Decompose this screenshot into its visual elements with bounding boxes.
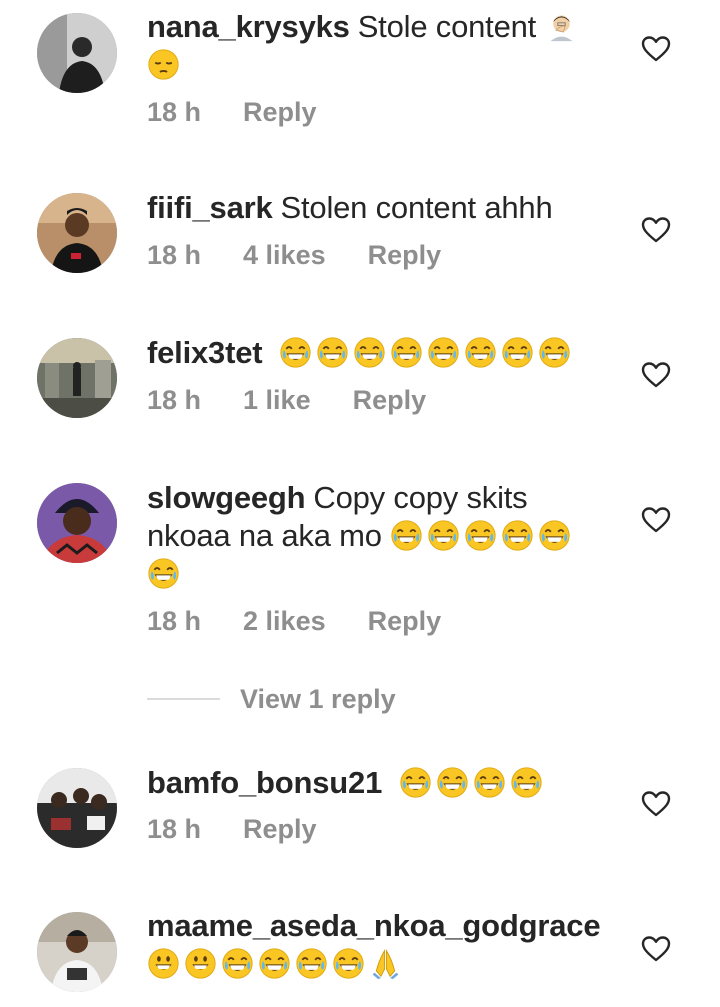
avatar[interactable]: [37, 193, 117, 273]
tears-of-joy-emoji: [464, 336, 497, 369]
view-replies-divider: [147, 698, 220, 700]
reply-button[interactable]: Reply: [353, 385, 427, 415]
tears-of-joy-emoji: [473, 766, 506, 799]
heart-outline-icon[interactable]: [641, 361, 671, 389]
tears-of-joy-emoji: [353, 336, 386, 369]
tears-of-joy-emoji: [390, 519, 423, 552]
tears-of-joy-emoji: [295, 947, 328, 980]
comment-body: Stole content: [357, 9, 537, 44]
man-facepalming-emoji: [545, 10, 578, 43]
tears-of-joy-emoji: [510, 766, 543, 799]
tears-of-joy-emoji: [399, 766, 432, 799]
reply-button[interactable]: Reply: [368, 240, 442, 270]
heart-outline-icon[interactable]: [641, 935, 671, 963]
comment-time: 18 h: [147, 606, 202, 636]
comment-likes[interactable]: 2 likes: [243, 606, 326, 636]
tears-of-joy-emoji: [316, 336, 349, 369]
tears-of-joy-emoji: [501, 336, 534, 369]
comment-text: bamfo_bonsu21: [147, 764, 607, 802]
avatar[interactable]: [37, 13, 117, 93]
comment-meta: 18 h Reply: [147, 814, 359, 845]
comment-time: 18 h: [147, 385, 202, 415]
tears-of-joy-emoji: [436, 766, 469, 799]
comment-meta: 18 h 2 likes Reply: [147, 606, 483, 637]
comment-username[interactable]: maame_aseda_nkoa_godgrace: [147, 908, 601, 943]
reply-button[interactable]: Reply: [243, 97, 317, 127]
heart-outline-icon[interactable]: [641, 35, 671, 63]
grinning-face-emoji: [184, 947, 217, 980]
heart-outline-icon[interactable]: [641, 216, 671, 244]
folded-hands-emoji: [369, 947, 402, 980]
tears-of-joy-emoji: [258, 947, 291, 980]
comment-username[interactable]: bamfo_bonsu21: [147, 765, 382, 800]
tears-of-joy-emoji: [279, 336, 312, 369]
tears-of-joy-emoji: [538, 336, 571, 369]
tears-of-joy-emoji: [332, 947, 365, 980]
avatar[interactable]: [37, 483, 117, 563]
tears-of-joy-emoji: [221, 947, 254, 980]
pensive-face-emoji: [147, 48, 180, 81]
tears-of-joy-emoji: [427, 336, 460, 369]
comment-time: 18 h: [147, 240, 202, 270]
heart-outline-icon[interactable]: [641, 790, 671, 818]
comment-likes[interactable]: 4 likes: [243, 240, 326, 270]
comment-username[interactable]: nana_krysyks: [147, 9, 350, 44]
comment-text: slowgeegh Copy copy skits nkoaa na aka mo: [147, 479, 607, 593]
tears-of-joy-emoji: [390, 336, 423, 369]
tears-of-joy-emoji: [427, 519, 460, 552]
comment-text: fiifi_sark Stolen content ahhh: [147, 189, 607, 227]
comment-time: 18 h: [147, 814, 202, 844]
tears-of-joy-emoji: [464, 519, 497, 552]
comment-meta: 18 h Reply: [147, 97, 359, 128]
heart-outline-icon[interactable]: [641, 506, 671, 534]
comment-text: felix3tet: [147, 334, 607, 372]
comment-body: Stolen content ahhh: [280, 190, 553, 225]
comment-likes[interactable]: 1 like: [243, 385, 311, 415]
comment-time: 18 h: [147, 97, 202, 127]
avatar[interactable]: [37, 912, 117, 992]
tears-of-joy-emoji: [147, 557, 180, 590]
reply-button[interactable]: Reply: [243, 814, 317, 844]
comment-username[interactable]: felix3tet: [147, 335, 263, 370]
comment-username[interactable]: fiifi_sark: [147, 190, 273, 225]
tears-of-joy-emoji: [538, 519, 571, 552]
avatar[interactable]: [37, 338, 117, 418]
comment-meta: 18 h 1 like Reply: [147, 385, 468, 416]
grinning-face-emoji: [147, 947, 180, 980]
tears-of-joy-emoji: [501, 519, 534, 552]
comment-meta: 18 h 4 likes Reply: [147, 240, 483, 271]
reply-button[interactable]: Reply: [368, 606, 442, 636]
comment-text: maame_aseda_nkoa_godgrace: [147, 907, 607, 983]
view-replies-label[interactable]: View 1 reply: [240, 684, 396, 715]
avatar[interactable]: [37, 768, 117, 848]
comment-username[interactable]: slowgeegh: [147, 480, 306, 515]
comment-text: nana_krysyks Stole content: [147, 8, 607, 84]
